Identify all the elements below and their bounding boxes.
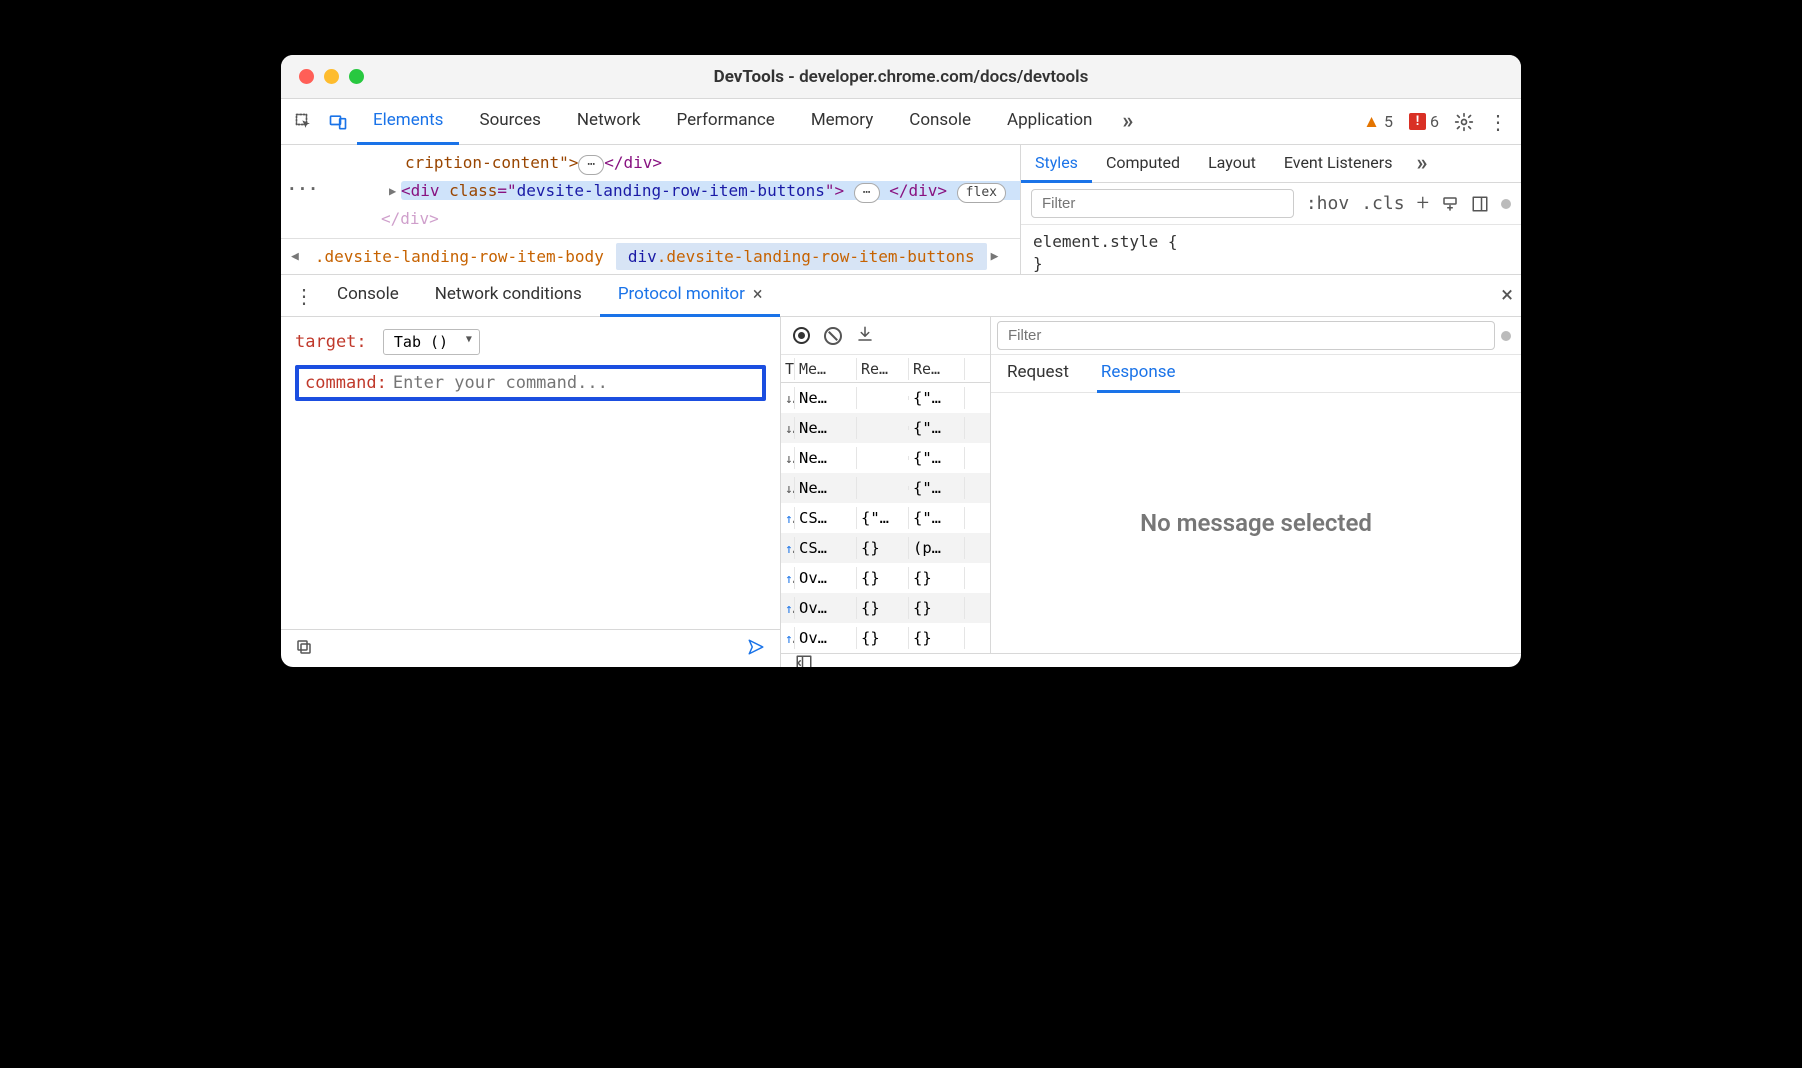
protocol-monitor-panel: target: Tab () command:: [281, 317, 1521, 667]
clear-icon[interactable]: [824, 327, 842, 345]
drawer-tab-protocol-monitor[interactable]: Protocol monitor ×: [600, 275, 781, 317]
flex-badge[interactable]: flex: [957, 183, 1006, 203]
target-row: target: Tab (): [295, 329, 766, 355]
tab-performance[interactable]: Performance: [660, 99, 790, 145]
minimize-button[interactable]: [324, 69, 339, 84]
tab-application[interactable]: Application: [991, 99, 1108, 145]
styles-overflow-icon[interactable]: »: [1406, 149, 1436, 179]
no-message-placeholder: No message selected: [991, 393, 1521, 653]
download-icon[interactable]: [856, 325, 874, 347]
drawer-tab-console[interactable]: Console: [319, 275, 417, 317]
tab-network[interactable]: Network: [561, 99, 657, 145]
styles-tab-bar: Styles Computed Layout Event Listeners »: [1021, 145, 1521, 183]
table-row[interactable]: ↓Ne…{"…: [781, 473, 990, 503]
command-input[interactable]: [393, 373, 756, 393]
crumb-scroll-right-icon[interactable]: ▶: [987, 249, 1003, 264]
tab-computed[interactable]: Computed: [1092, 145, 1194, 183]
ellipsis-badge[interactable]: ⋯: [854, 183, 880, 203]
flexbox-editor-icon[interactable]: [1441, 195, 1459, 213]
tab-sources[interactable]: Sources: [463, 99, 556, 145]
close-drawer-icon[interactable]: ×: [1501, 283, 1513, 308]
protocol-detail-pane: Request Response No message selected: [991, 317, 1521, 653]
inspect-icon[interactable]: [289, 107, 319, 137]
close-button[interactable]: [299, 69, 314, 84]
tab-request[interactable]: Request: [1003, 355, 1073, 393]
table-row[interactable]: ↑↓Ov…{}{}: [781, 563, 990, 593]
table-row[interactable]: ↑↓Ov…{}{}: [781, 593, 990, 623]
dom-tree[interactable]: ... cription-content">⋯</div> ▶ <div cla…: [281, 145, 1021, 274]
maximize-button[interactable]: [349, 69, 364, 84]
protocol-filter-input[interactable]: [997, 321, 1495, 350]
warning-number: 5: [1384, 112, 1393, 131]
warning-count[interactable]: ▲ 5: [1363, 112, 1393, 132]
tab-response[interactable]: Response: [1097, 355, 1180, 393]
protocol-left-pane: target: Tab () command:: [281, 317, 781, 667]
cls-toggle[interactable]: .cls: [1361, 193, 1404, 214]
table-row[interactable]: ↓Ne…{"…: [781, 443, 990, 473]
toggle-sidebar-icon[interactable]: [795, 654, 813, 667]
elements-panel: ... cription-content">⋯</div> ▶ <div cla…: [281, 145, 1521, 275]
tab-layout[interactable]: Layout: [1194, 145, 1270, 183]
new-style-rule-icon[interactable]: +: [1417, 191, 1429, 216]
drawer-tab-bar: ⋮ Console Network conditions Protocol mo…: [281, 275, 1521, 317]
crumb-scroll-left-icon[interactable]: ◀: [287, 249, 303, 264]
breadcrumb: ◀ .devsite-landing-row-item-body div.dev…: [281, 238, 1020, 274]
protocol-footer: [781, 653, 1521, 667]
table-header: T Me… Re… Re…: [781, 355, 990, 383]
drawer-tab-network-conditions[interactable]: Network conditions: [417, 275, 600, 317]
command-row: command:: [295, 365, 766, 401]
record-icon[interactable]: [793, 327, 810, 344]
expand-caret-icon[interactable]: ▶: [389, 177, 396, 205]
protocol-left-footer: [281, 629, 780, 667]
hov-toggle[interactable]: :hov: [1306, 193, 1349, 214]
more-menu-icon[interactable]: ⋮: [1483, 107, 1513, 137]
tab-elements[interactable]: Elements: [357, 99, 459, 145]
device-toolbar-icon[interactable]: [323, 107, 353, 137]
drawer-menu-icon[interactable]: ⋮: [289, 281, 319, 311]
close-tab-icon[interactable]: ×: [753, 284, 763, 305]
error-icon: !: [1409, 113, 1426, 130]
table-row[interactable]: ↑↓CS…{}(p…: [781, 533, 990, 563]
target-select[interactable]: Tab (): [383, 329, 480, 355]
breadcrumb-item[interactable]: .devsite-landing-row-item-body: [303, 243, 616, 270]
table-row[interactable]: ↓Ne…{"…: [781, 383, 990, 413]
tab-memory[interactable]: Memory: [795, 99, 889, 145]
dom-line[interactable]: cription-content">⋯</div>: [311, 149, 1010, 177]
dom-line-selected[interactable]: ▶ <div class="devsite-landing-row-item-b…: [311, 177, 1010, 205]
main-tab-bar: Elements Sources Network Performance Mem…: [281, 99, 1521, 145]
tab-console[interactable]: Console: [893, 99, 987, 145]
settings-icon[interactable]: [1449, 107, 1479, 137]
table-row[interactable]: ↑↓Ov…{}{}: [781, 623, 990, 653]
send-icon[interactable]: [746, 638, 766, 660]
filter-status-dot: [1501, 331, 1511, 341]
error-number: 6: [1430, 112, 1439, 131]
styles-toolbar: :hov .cls +: [1021, 183, 1521, 225]
tabs-overflow-icon[interactable]: »: [1112, 107, 1142, 137]
protocol-messages-table: T Me… Re… Re… ↓Ne…{"…↓Ne…{"…↓Ne…{"…↓Ne…{…: [781, 317, 991, 653]
devtools-window: DevTools - developer.chrome.com/docs/dev…: [281, 55, 1521, 667]
traffic-lights: [281, 69, 364, 84]
breadcrumb-item-active[interactable]: div.devsite-landing-row-item-buttons: [616, 243, 987, 270]
titlebar: DevTools - developer.chrome.com/docs/dev…: [281, 55, 1521, 99]
error-count[interactable]: ! 6: [1409, 112, 1439, 131]
tab-event-listeners[interactable]: Event Listeners: [1270, 145, 1407, 183]
tab-styles[interactable]: Styles: [1021, 145, 1092, 183]
request-response-tabs: Request Response: [991, 355, 1521, 393]
protocol-mid-toolbar: [781, 317, 990, 355]
ellipsis-badge[interactable]: ⋯: [578, 155, 604, 175]
styles-rules[interactable]: element.style { }: [1021, 225, 1521, 281]
styles-sidebar: Styles Computed Layout Event Listeners »…: [1021, 145, 1521, 274]
warning-icon: ▲: [1363, 112, 1380, 132]
copy-icon[interactable]: [295, 638, 313, 660]
window-title: DevTools - developer.chrome.com/docs/dev…: [281, 67, 1521, 87]
computed-panel-icon[interactable]: [1471, 195, 1489, 213]
rendering-emulations-icon[interactable]: [1501, 199, 1511, 209]
styles-filter-input[interactable]: [1031, 189, 1294, 218]
dom-line[interactable]: </div>: [311, 205, 1010, 233]
table-row[interactable]: ↓Ne…{"…: [781, 413, 990, 443]
table-row[interactable]: ↑↓CS…{"…{"…: [781, 503, 990, 533]
